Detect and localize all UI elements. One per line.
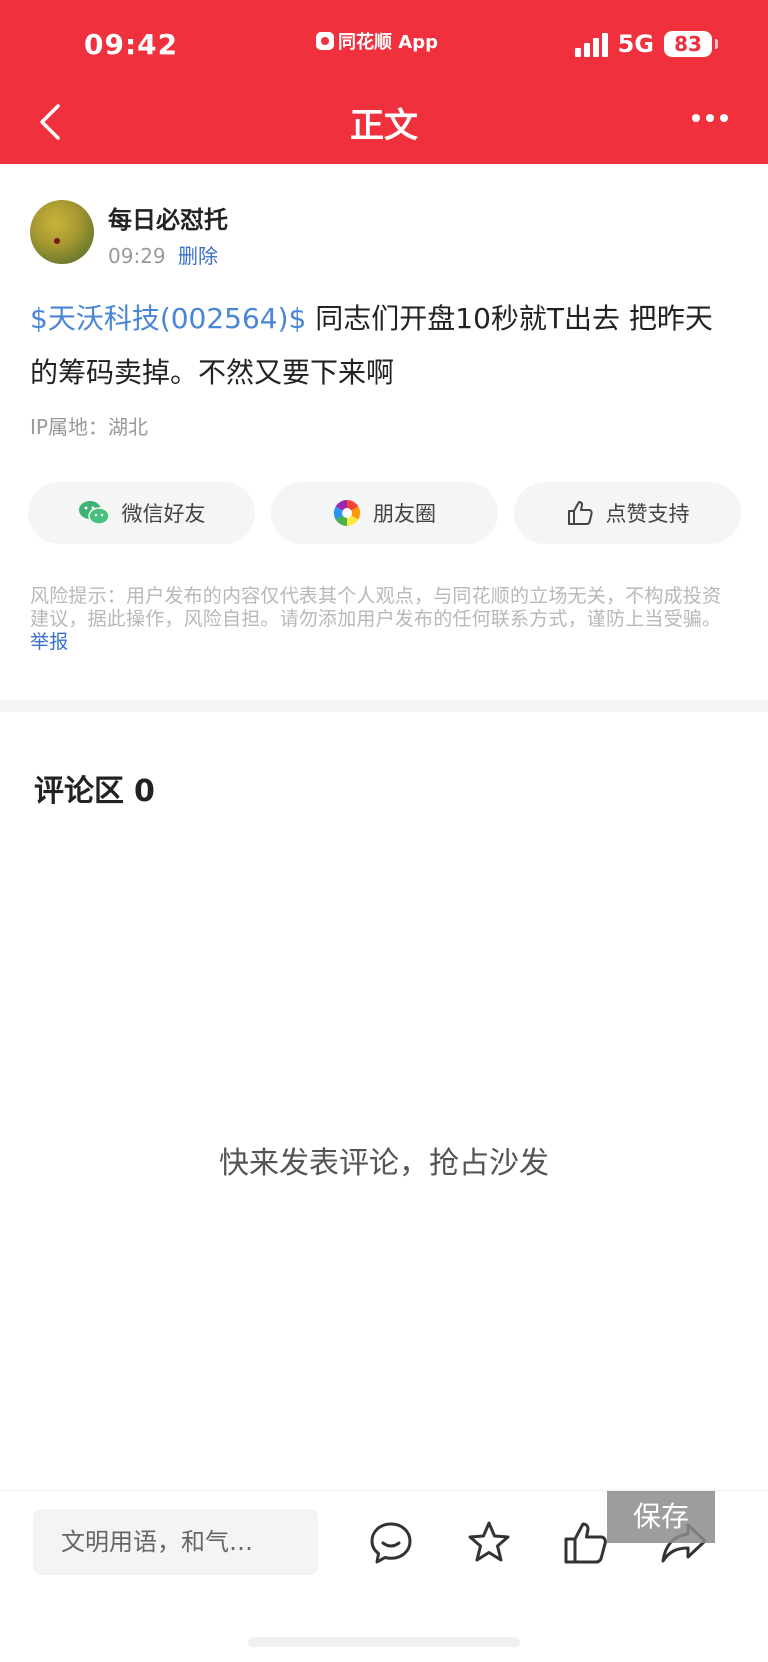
more-icon[interactable] xyxy=(692,114,728,122)
thumb-up-icon xyxy=(567,501,593,525)
status-indicators: 5G 83 xyxy=(574,30,718,58)
status-time: 09:42 xyxy=(84,28,179,61)
comments-count: 0 xyxy=(134,774,155,809)
wechat-share-button[interactable]: 微信好友 xyxy=(28,482,255,544)
risk-notice: 风险提示：用户发布的内容仅代表其个人观点，与同花顺的立场无关，不构成投资建议，据… xyxy=(30,585,740,654)
delete-link[interactable]: 删除 xyxy=(178,244,218,268)
share-row: 微信好友 朋友圈 点赞支持 xyxy=(28,482,741,544)
post-content: $天沃科技(002564)$ 同志们开盘10秒就T出去 把昨天的筹码卖掉。不然又… xyxy=(30,292,740,400)
thumb-up-icon[interactable] xyxy=(562,1519,610,1567)
risk-text: 风险提示：用户发布的内容仅代表其个人观点，与同花顺的立场无关，不构成投资建议，据… xyxy=(30,585,722,630)
comments-empty-text: 快来发表评论，抢占沙发 xyxy=(219,1146,549,1181)
like-support-label: 点赞支持 xyxy=(605,502,690,526)
comment-icon[interactable] xyxy=(367,1519,415,1567)
wechat-icon xyxy=(78,501,110,525)
report-link[interactable]: 举报 xyxy=(30,631,68,653)
header: 09:42 同花顺 App 5G 83 正文 xyxy=(0,0,768,164)
section-divider xyxy=(0,700,768,712)
author-name[interactable]: 每日必怼托 xyxy=(108,200,228,235)
save-overlay[interactable]: 保存 xyxy=(607,1491,715,1543)
status-app-label: 同花顺 App xyxy=(338,32,438,53)
page: 09:42 同花顺 App 5G 83 正文 每日必怼托 09:29 删除 $天… xyxy=(0,0,768,1662)
comments-title: 评论区 xyxy=(34,774,124,809)
home-indicator[interactable] xyxy=(248,1637,520,1647)
avatar[interactable] xyxy=(30,200,94,264)
wechat-share-label: 微信好友 xyxy=(121,502,206,526)
post-meta: 09:29 删除 xyxy=(108,240,218,269)
app-logo-icon xyxy=(316,32,334,50)
comment-input[interactable]: 文明用语，和气… xyxy=(33,1509,318,1575)
status-app-name: 同花顺 App xyxy=(316,28,438,54)
star-icon[interactable] xyxy=(465,1519,513,1567)
moments-icon xyxy=(333,499,361,527)
like-support-button[interactable]: 点赞支持 xyxy=(514,482,741,544)
moments-share-label: 朋友圈 xyxy=(373,502,436,526)
signal-icon xyxy=(574,31,608,57)
network-type: 5G xyxy=(617,30,654,58)
ip-location: IP属地：湖北 xyxy=(30,415,148,439)
bottom-bar: 文明用语，和气… 保存 xyxy=(0,1490,768,1662)
moments-share-button[interactable]: 朋友圈 xyxy=(271,482,498,544)
comments-header: 评论区 0 xyxy=(34,766,155,810)
post-time: 09:29 xyxy=(108,244,166,268)
stock-tag-link[interactable]: $天沃科技(002564)$ xyxy=(30,302,306,335)
page-title: 正文 xyxy=(350,106,418,146)
battery-level: 83 xyxy=(664,31,718,57)
